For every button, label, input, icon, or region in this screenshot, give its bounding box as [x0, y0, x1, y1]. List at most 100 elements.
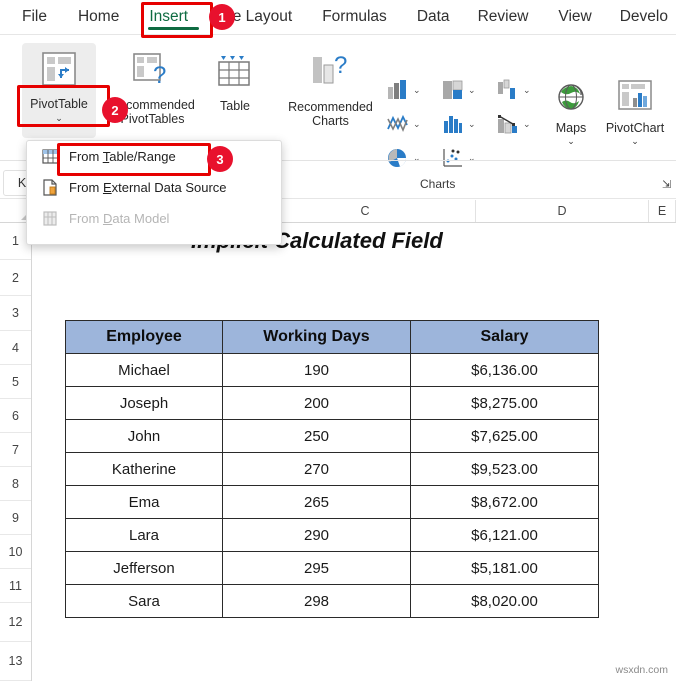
cell-salary[interactable]: $5,181.00	[410, 551, 599, 585]
watermark: wsxdn.com	[615, 664, 668, 676]
pie-chart-button[interactable]: ⌄	[386, 147, 421, 169]
column-header-c[interactable]: C	[255, 200, 476, 222]
cell-working-days[interactable]: 265	[222, 485, 411, 519]
table-row[interactable]: Lara 290 $6,121.00	[65, 518, 599, 552]
cell-working-days[interactable]: 295	[222, 551, 411, 585]
row-header-2[interactable]: 2	[0, 260, 31, 296]
cell-salary[interactable]: $8,672.00	[410, 485, 599, 519]
chevron-down-icon[interactable]: ⌄	[413, 85, 421, 96]
maps-label: Maps	[555, 121, 587, 135]
cell-salary[interactable]: $9,523.00	[410, 452, 599, 486]
row-header-5[interactable]: 5	[0, 365, 31, 399]
cell-employee[interactable]: Ema	[65, 485, 223, 519]
cell-employee[interactable]: Joseph	[65, 386, 223, 420]
column-header-e[interactable]: E	[649, 200, 676, 222]
row-header-12[interactable]: 12	[0, 603, 31, 642]
tab-home[interactable]: Home	[78, 8, 119, 26]
cell-salary[interactable]: $7,625.00	[410, 419, 599, 453]
cell-employee[interactable]: Lara	[65, 518, 223, 552]
column-header-employee: Employee	[65, 320, 223, 354]
menu-item-from-external-data-source-label: From External Data Source	[69, 180, 227, 195]
table-row[interactable]: Joseph 200 $8,275.00	[65, 386, 599, 420]
hierarchy-chart-button[interactable]: ⌄	[441, 79, 476, 101]
cell-working-days[interactable]: 270	[222, 452, 411, 486]
table-button[interactable]: Table	[208, 43, 262, 138]
pivot-chart-button[interactable]: PivotChart ⌄	[600, 79, 670, 164]
chevron-down-icon[interactable]: ⌄	[523, 85, 531, 96]
cell-employee[interactable]: Katherine	[65, 452, 223, 486]
scatter-chart-button[interactable]: ⌄	[441, 147, 476, 169]
cell-employee[interactable]: Michael	[65, 353, 223, 387]
table-row[interactable]: Jefferson 295 $5,181.00	[65, 551, 599, 585]
row-header-7[interactable]: 7	[0, 433, 31, 467]
cell-employee[interactable]: John	[65, 419, 223, 453]
annotation-badge-2: 2	[102, 97, 128, 123]
table-row[interactable]: John 250 $7,625.00	[65, 419, 599, 453]
column-chart-button[interactable]: ⌄	[386, 79, 421, 101]
cell-working-days[interactable]: 200	[222, 386, 411, 420]
cell-working-days[interactable]: 298	[222, 584, 411, 618]
pivot-table-button[interactable]: PivotTable ⌄	[22, 43, 96, 138]
cell-salary[interactable]: $8,020.00	[410, 584, 599, 618]
maps-button[interactable]: Maps ⌄	[545, 79, 597, 164]
charts-group-label: Charts	[420, 177, 456, 191]
chevron-down-icon[interactable]: ⌄	[631, 136, 639, 147]
cell-working-days[interactable]: 290	[222, 518, 411, 552]
tab-developer[interactable]: Develo	[620, 8, 668, 26]
cell-working-days[interactable]: 190	[222, 353, 411, 387]
table-row[interactable]: Michael 190 $6,136.00	[65, 353, 599, 387]
row-header-4[interactable]: 4	[0, 331, 31, 365]
cell-salary[interactable]: $6,121.00	[410, 518, 599, 552]
cell-area[interactable]: Implicit Calculated Field Employee Worki…	[31, 222, 676, 681]
svg-text:?: ?	[153, 62, 166, 88]
table-row[interactable]: Katherine 270 $9,523.00	[65, 452, 599, 486]
row-header-6[interactable]: 6	[0, 399, 31, 433]
tab-review[interactable]: Review	[478, 8, 529, 26]
waterfall-chart-button[interactable]: ⌄	[496, 79, 531, 101]
tab-file[interactable]: File	[22, 8, 47, 26]
row-header-3[interactable]: 3	[0, 296, 31, 331]
table-label: Table	[220, 99, 250, 113]
active-tab-underline	[148, 27, 199, 30]
pivot-table-dropdown-menu[interactable]: From Table/Range From External Data Sour…	[26, 140, 282, 245]
row-header-10[interactable]: 10	[0, 535, 31, 569]
employee-salary-table: Employee Working Days Salary Michael 190…	[65, 320, 599, 618]
hierarchy-chart-icon	[443, 80, 463, 99]
recommended-charts-button[interactable]: ? Recommended Charts	[278, 43, 383, 143]
chevron-down-icon[interactable]: ⌄	[413, 119, 421, 130]
tab-formulas[interactable]: Formulas	[322, 8, 387, 26]
row-header-column: 1 2 3 4 5 6 7 8 9 10 11 12 13	[0, 222, 32, 681]
recommended-pivot-tables-button[interactable]: ? Recommended PivotTables	[100, 43, 205, 138]
chevron-down-icon[interactable]: ⌄	[468, 153, 476, 164]
annotation-badge-1: 1	[209, 4, 235, 30]
menu-item-from-table-range[interactable]: From Table/Range	[27, 141, 281, 172]
spreadsheet-grid: C D E 1 2 3 4 5 6 7 8 9 10 11 12 13 Impl…	[0, 200, 676, 681]
menu-item-from-external-data-source[interactable]: From External Data Source	[27, 172, 281, 203]
menu-item-from-table-range-label: From Table/Range	[69, 149, 176, 164]
tab-data[interactable]: Data	[417, 8, 450, 26]
chevron-down-icon[interactable]: ⌄	[468, 119, 476, 130]
chevron-down-icon[interactable]: ⌄	[523, 119, 531, 130]
cell-salary[interactable]: $8,275.00	[410, 386, 599, 420]
cell-salary[interactable]: $6,136.00	[410, 353, 599, 387]
charts-dialog-launcher[interactable]: ⇲	[662, 178, 671, 191]
chevron-down-icon[interactable]: ⌄	[567, 136, 575, 147]
row-header-8[interactable]: 8	[0, 467, 31, 501]
table-row[interactable]: Ema 265 $8,672.00	[65, 485, 599, 519]
table-row[interactable]: Sara 298 $8,020.00	[65, 584, 599, 618]
row-header-11[interactable]: 11	[0, 569, 31, 603]
line-chart-button[interactable]: ⌄	[386, 113, 421, 135]
row-header-9[interactable]: 9	[0, 501, 31, 535]
combo-chart-button[interactable]: ⌄	[496, 113, 531, 135]
chevron-down-icon[interactable]: ⌄	[468, 85, 476, 96]
cell-employee[interactable]: Jefferson	[65, 551, 223, 585]
tab-insert[interactable]: Insert	[149, 8, 188, 26]
row-header-13[interactable]: 13	[0, 642, 31, 681]
cell-employee[interactable]: Sara	[65, 584, 223, 618]
cell-working-days[interactable]: 250	[222, 419, 411, 453]
column-header-d[interactable]: D	[476, 200, 649, 222]
bar-chart-button[interactable]: ⌄	[441, 113, 476, 135]
chevron-down-icon[interactable]: ⌄	[413, 153, 421, 164]
chevron-down-icon[interactable]: ⌄	[55, 113, 63, 124]
tab-view[interactable]: View	[558, 8, 591, 26]
